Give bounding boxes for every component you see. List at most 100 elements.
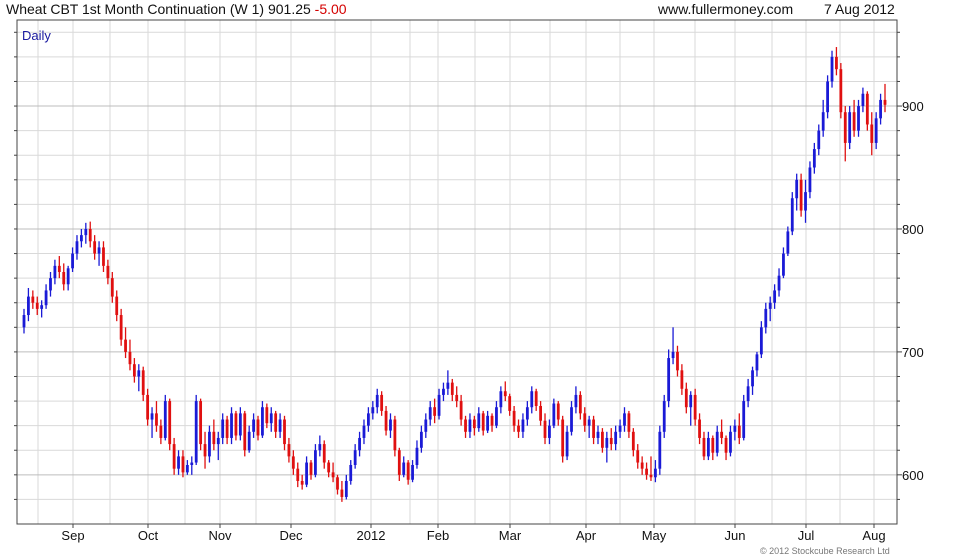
ohlc-bar — [159, 419, 163, 445]
ohlc-bar — [309, 460, 313, 480]
ohlc-bar — [609, 428, 613, 451]
x-tick-label: 2012 — [357, 528, 386, 543]
ohlc-bar — [199, 398, 203, 451]
grid-layer — [17, 20, 897, 524]
ohlc-bar — [340, 480, 344, 502]
ohlc-bar — [380, 391, 384, 416]
ohlc-bar — [203, 431, 207, 469]
ohlc-bar — [247, 425, 251, 453]
ohlc-bar — [384, 405, 388, 436]
ohlc-bar — [459, 394, 463, 426]
ohlc-bar — [194, 394, 198, 465]
ohlc-bar — [556, 401, 560, 426]
ohlc-bar — [477, 407, 481, 432]
ohlc-bar — [132, 358, 136, 383]
ohlc-bar — [450, 378, 454, 402]
ohlc-bar — [720, 419, 724, 445]
ohlc-bar — [534, 388, 538, 411]
ohlc-bar — [66, 265, 70, 291]
ohlc-bar — [128, 339, 132, 371]
ohlc-bar — [141, 366, 145, 402]
ohlc-bar — [561, 415, 565, 463]
ohlc-bar — [645, 462, 648, 480]
ohlc-bar — [830, 50, 834, 88]
ohlc-bar — [119, 308, 123, 346]
ohlc-bar — [715, 425, 719, 457]
ohlc-bar — [640, 456, 644, 475]
ohlc-bar — [27, 287, 30, 322]
ohlc-bar — [44, 284, 48, 309]
ohlc-bar — [318, 435, 322, 457]
ohlc-bar — [424, 413, 428, 438]
ohlc-bar — [349, 460, 353, 485]
ohlc-bar — [799, 173, 803, 217]
ohlc-bar — [671, 327, 675, 365]
ohlc-bar — [808, 161, 812, 199]
x-tick-label: Jul — [798, 528, 815, 543]
ohlc-bar — [618, 419, 622, 438]
ohlc-bar — [402, 456, 406, 478]
ohlc-bar — [234, 410, 238, 441]
ohlc-bar — [636, 444, 640, 469]
ohlc-bar — [499, 386, 503, 414]
ohlc-bar — [419, 425, 423, 453]
x-tick-label: Mar — [499, 528, 522, 543]
ohlc-bar — [481, 410, 485, 436]
ohlc-bar — [296, 462, 300, 488]
ohlc-bar — [490, 413, 494, 432]
ohlc-bar — [773, 284, 777, 309]
ohlc-bar — [706, 431, 710, 461]
ohlc-bar — [102, 241, 105, 272]
ohlc-bar — [137, 364, 141, 392]
ohlc-bar — [230, 407, 233, 445]
ohlc-bar — [649, 456, 653, 481]
ohlc-bar — [592, 415, 595, 445]
ohlc-bar — [238, 407, 242, 441]
ohlc-bar — [768, 296, 772, 322]
ohlc-bar — [680, 364, 684, 395]
ohlc-bar — [190, 456, 194, 475]
axis-layer: Sep Oct Nov Dec 2012 Feb Mar Apr May Jun Jul Aug 600… — [14, 19, 924, 543]
ohlc-bar — [790, 192, 794, 236]
ohlc-bar — [181, 450, 185, 478]
ohlc-bar — [256, 415, 260, 441]
ohlc-bar — [371, 401, 375, 420]
ohlc-bar — [446, 370, 450, 395]
ohlc-bar — [817, 124, 821, 156]
ohlc-bar — [314, 444, 317, 478]
ohlc-bar — [755, 351, 759, 377]
ohlc-bar — [331, 462, 335, 483]
ohlc-bar — [742, 394, 746, 441]
x-tick-label: Oct — [138, 528, 159, 543]
ohlc-bar — [702, 431, 706, 461]
ohlc-bar — [698, 413, 701, 445]
ohlc-bar — [62, 263, 66, 291]
ohlc-bar — [495, 401, 498, 429]
ohlc-bar — [71, 247, 74, 272]
ohlc-bar — [389, 413, 392, 438]
ohlc-bar — [353, 444, 357, 469]
ohlc-bar — [93, 235, 97, 260]
ohlc-bar — [155, 401, 158, 432]
ohlc-bar — [283, 415, 286, 451]
ohlc-bar — [57, 256, 61, 279]
ohlc-bar — [804, 179, 807, 223]
ohlc-bar — [225, 415, 229, 445]
ohlc-bar — [252, 413, 255, 438]
ohlc-bar — [614, 425, 618, 451]
ohlc-bar — [835, 47, 838, 76]
ohlc-bar — [574, 386, 578, 414]
ohlc-bar — [565, 425, 569, 461]
ohlc-bar — [508, 393, 512, 416]
ohlc-bar — [812, 142, 816, 174]
ohlc-bar — [110, 272, 114, 303]
ohlc-bar — [521, 413, 525, 438]
ohlc-bar — [751, 366, 754, 395]
y-tick-label: 800 — [902, 222, 924, 237]
ohlc-bar — [733, 419, 737, 441]
ohlc-bar — [397, 447, 401, 481]
ohlc-bar — [163, 394, 167, 441]
ohlc-bar — [861, 87, 865, 113]
y-tick-label: 900 — [902, 99, 924, 114]
ohlc-bar — [605, 431, 609, 463]
